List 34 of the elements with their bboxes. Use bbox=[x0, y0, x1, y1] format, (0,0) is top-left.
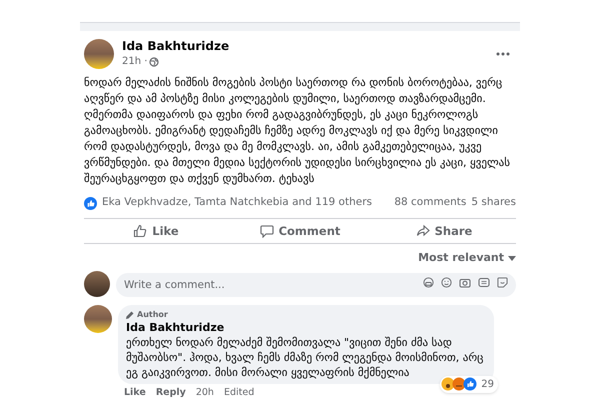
edited-label[interactable]: Edited bbox=[224, 386, 254, 400]
comments-count[interactable]: 88 comments bbox=[394, 195, 466, 212]
comment-input[interactable]: Write a comment... bbox=[116, 272, 516, 297]
post-time[interactable]: 21h · bbox=[122, 54, 148, 70]
reaction-summary[interactable]: 29 bbox=[440, 376, 498, 393]
more-options-icon[interactable] bbox=[496, 52, 510, 56]
avatar[interactable] bbox=[84, 304, 112, 333]
post-text: ნოდარ მელაძის ნიშნის მოგების პოსტი საერთოდ რა დონის ბოროტებაა, ვერც აღვწერ და ამ პოსტზე მისი კოლეგების დუმილი, საერთოდ თავზარდამცემი. ღმერთმა დაიფაროს და ფეხი რომ გადაგვიბრუნდეს, ეს კაცი ნეკროლოგს გამოაცხობს. ემიგრანტ დედაჩემს ჩემზე ადრე მოკლავს იქ და მერე სიკვდილი რომ დადასტურდეს, მოვა და მე მომკლავს. აი, ამის გამკეთებელიცაა, უკვე ვრწმუნდები. და მთელი მედია სექტორის უდიდესი სირცხვილია ეს კაცი, ყველას შეურაცხგყოფთ და თქვენ დუმხართ. ტეხავს bbox=[83, 75, 511, 188]
globe-icon bbox=[149, 56, 160, 67]
avatar[interactable] bbox=[84, 270, 110, 297]
like-button[interactable]: Like bbox=[84, 222, 228, 240]
author-label: Author bbox=[137, 308, 168, 321]
sticker-icon[interactable] bbox=[497, 276, 508, 288]
avatar[interactable] bbox=[84, 39, 114, 70]
reactions-summary[interactable]: Eka Vepkhvadze, Tamta Natchkebia and 119 others bbox=[102, 195, 390, 212]
comment-action-link[interactable]: Like bbox=[124, 386, 146, 400]
comment-author[interactable]: Ida Bakhturidze bbox=[126, 320, 486, 335]
thumbs-up-icon bbox=[84, 196, 97, 210]
thumbs-up-icon bbox=[133, 224, 148, 238]
camera-icon[interactable] bbox=[459, 276, 471, 288]
sort-dropdown[interactable]: Most relevant bbox=[418, 250, 504, 267]
share-button[interactable]: Share bbox=[372, 222, 516, 240]
pencil-icon bbox=[126, 310, 134, 319]
reaction-emoji-icon bbox=[441, 377, 480, 392]
shares-count[interactable]: 5 shares bbox=[471, 195, 516, 212]
share-arrow-icon bbox=[416, 224, 430, 238]
caret-icon[interactable] bbox=[508, 256, 516, 261]
comment-button[interactable]: Comment bbox=[228, 222, 372, 240]
comment-action-link[interactable]: Reply bbox=[156, 386, 186, 400]
author-name[interactable]: Ida Bakhturidze bbox=[122, 39, 488, 54]
comment-time[interactable]: 20h bbox=[196, 386, 214, 400]
avatar-sticker-icon[interactable] bbox=[423, 276, 434, 288]
emoji-icon[interactable] bbox=[441, 276, 452, 288]
speech-bubble-icon bbox=[260, 224, 274, 238]
